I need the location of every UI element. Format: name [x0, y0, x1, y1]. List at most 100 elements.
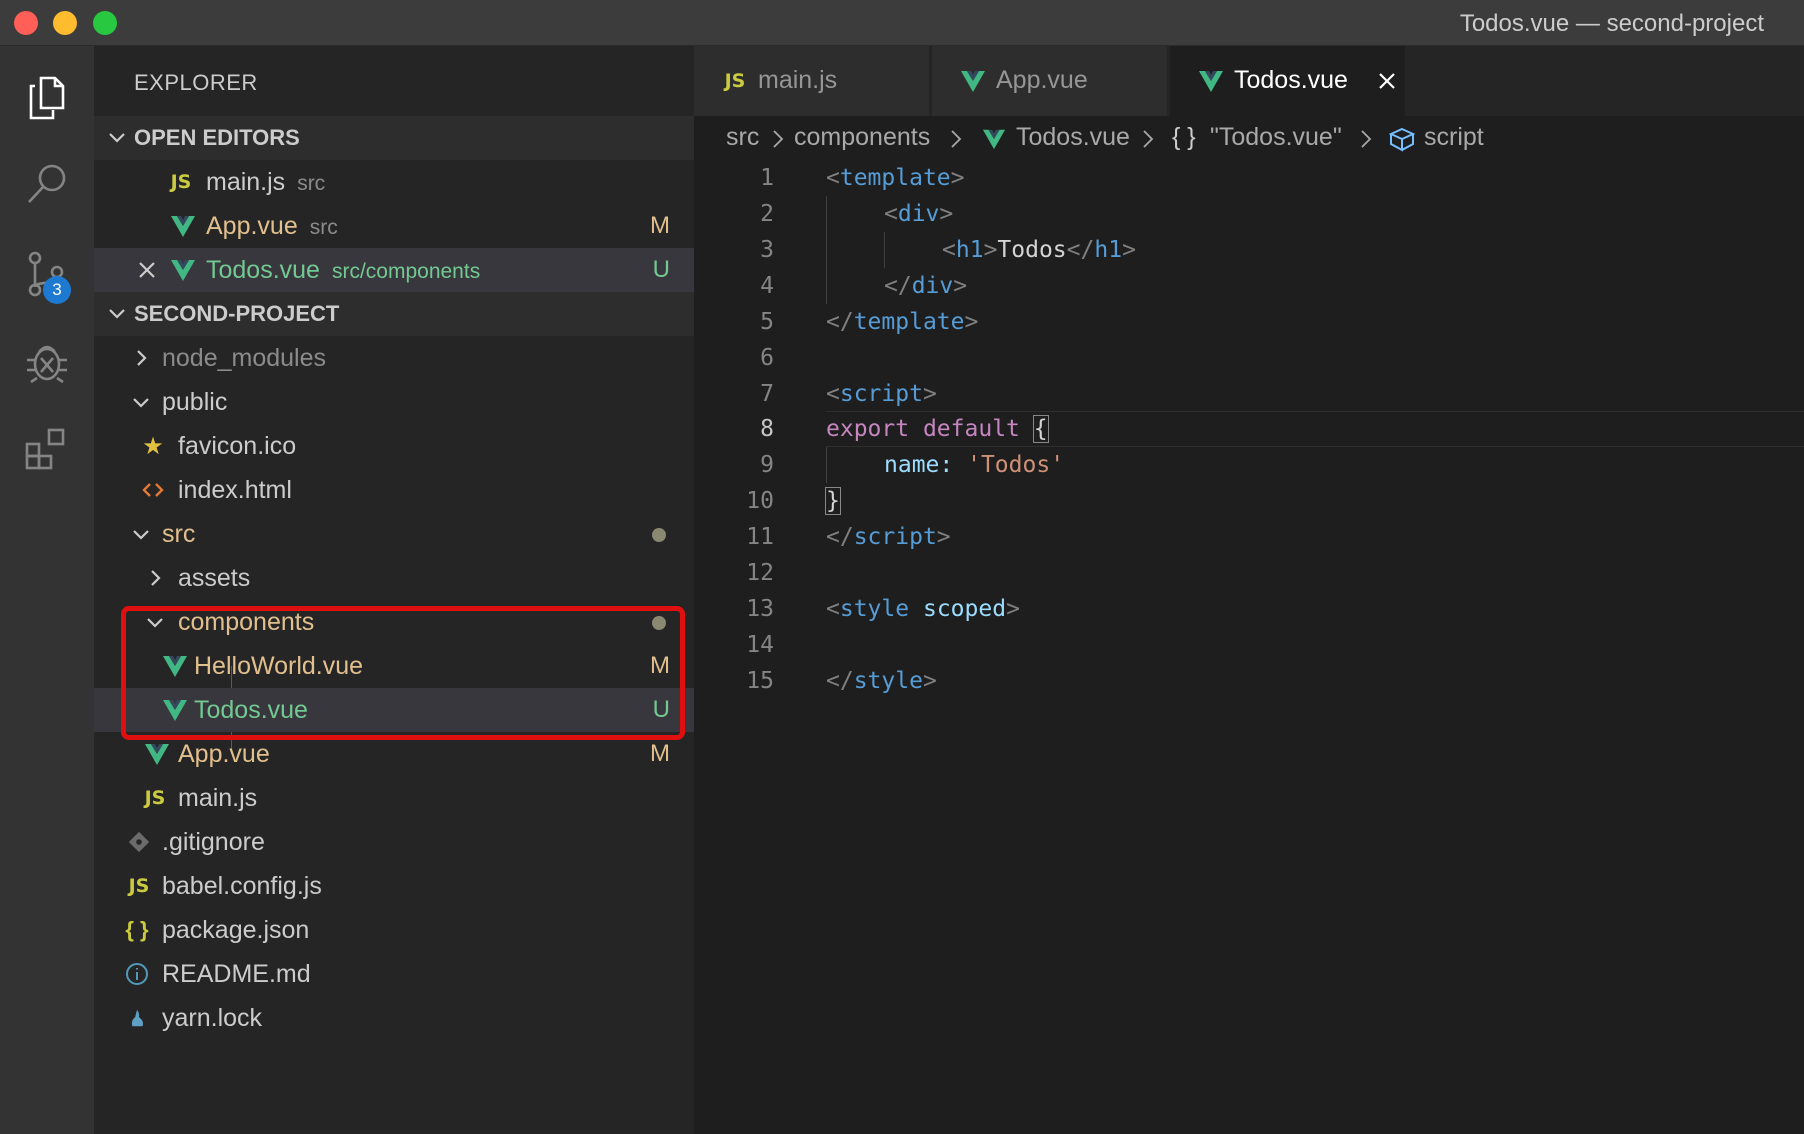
explorer-sidebar: EXPLORER OPEN EDITORS JS main.js src App.…	[94, 46, 694, 1134]
breadcrumb-item[interactable]: components	[794, 123, 930, 152]
modified-badge: M	[650, 740, 670, 767]
breadcrumb-item[interactable]: "Todos.vue"	[1210, 123, 1342, 152]
code-line: <h1>Todos</h1>	[942, 237, 1136, 263]
source-control-badge: 3	[43, 276, 71, 304]
code-line: name: 'Todos'	[884, 452, 1065, 478]
tree-folder-assets[interactable]: assets	[94, 556, 694, 600]
yarn-icon	[124, 1005, 150, 1031]
js-file-icon: JS	[170, 171, 192, 193]
tree-file-yarn-lock[interactable]: yarn.lock	[94, 996, 694, 1040]
code-editor[interactable]: 1 2 3 4 5 6 7 8 9 10 11 12 13 14 15 <tem…	[694, 160, 1804, 1134]
code-line: }	[825, 487, 841, 515]
open-editors-header[interactable]: OPEN EDITORS	[94, 116, 694, 160]
tree-folder-public[interactable]: public	[94, 380, 694, 424]
line-number: 3	[760, 237, 774, 263]
tab-main-js[interactable]: JS main.js	[694, 46, 930, 116]
code-line: <script>	[826, 381, 937, 407]
tree-label: yarn.lock	[162, 1004, 263, 1032]
activity-bar: 3	[0, 46, 94, 1134]
js-file-icon: JS	[724, 70, 746, 92]
module-cube-icon	[1388, 125, 1416, 160]
tree-file-main-js[interactable]: JS main.js	[94, 776, 694, 820]
chevron-right-icon	[951, 130, 962, 148]
breadcrumb-item[interactable]: src	[726, 123, 759, 152]
editor-tab-bar: JS main.js App.vue Todos.vue	[694, 46, 1804, 116]
tree-file-favicon[interactable]: ★ favicon.ico	[94, 424, 694, 468]
close-icon[interactable]	[134, 257, 160, 283]
vue-file-icon	[982, 127, 1006, 158]
code-line: </div>	[884, 273, 968, 299]
indent-guide	[826, 447, 827, 483]
code-line: export default {	[826, 415, 1049, 443]
line-number: 8	[760, 416, 774, 442]
untracked-badge: U	[652, 256, 670, 283]
vue-file-icon	[960, 68, 986, 94]
maximize-window-button[interactable]	[93, 11, 117, 35]
tree-folder-node-modules[interactable]: node_modules	[94, 336, 694, 380]
tree-label: README.md	[162, 960, 311, 988]
close-window-button[interactable]	[14, 11, 38, 35]
tree-label: assets	[178, 564, 251, 592]
open-editor-todos-vue[interactable]: Todos.vue src/components U	[94, 248, 694, 292]
tab-label: App.vue	[996, 66, 1088, 94]
open-editors-label: OPEN EDITORS	[134, 125, 300, 150]
html-file-icon	[140, 477, 166, 503]
git-file-icon	[126, 829, 152, 855]
line-number: 6	[760, 345, 774, 371]
files-icon[interactable]	[15, 66, 79, 130]
open-editor-path: src/components	[331, 260, 481, 283]
info-icon	[124, 961, 150, 987]
tab-todos-vue[interactable]: Todos.vue	[1170, 46, 1406, 116]
tree-file-index-html[interactable]: index.html	[94, 468, 694, 512]
tree-file-gitignore[interactable]: .gitignore	[94, 820, 694, 864]
tree-label: babel.config.js	[162, 872, 322, 900]
chevron-right-icon	[1143, 130, 1154, 148]
tab-label: main.js	[758, 66, 838, 94]
chevron-right-icon	[151, 570, 161, 586]
code-line: <template>	[826, 165, 965, 191]
tree-folder-src[interactable]: src	[94, 512, 694, 556]
minimize-window-button[interactable]	[53, 11, 77, 35]
line-number: 11	[746, 524, 774, 550]
source-control-icon[interactable]: 3	[15, 242, 79, 306]
tree-label: package.json	[162, 916, 310, 944]
search-icon[interactable]	[15, 152, 79, 216]
line-number: 14	[746, 632, 774, 658]
title-bar: Todos.vue — second-project	[0, 0, 1804, 46]
object-symbol-icon: { }	[1172, 123, 1196, 151]
open-editor-app-vue[interactable]: App.vue src M	[94, 204, 694, 248]
indent-guide	[884, 232, 885, 268]
extensions-icon[interactable]	[15, 416, 79, 480]
project-header[interactable]: SECOND-PROJECT	[94, 292, 694, 336]
line-number: 9	[760, 452, 774, 478]
open-editor-label: Todos.vue	[206, 256, 320, 284]
code-line: </template>	[826, 309, 979, 335]
line-number: 15	[746, 668, 774, 694]
tree-label: public	[162, 388, 228, 416]
open-editor-main-js[interactable]: JS main.js src	[94, 160, 694, 204]
line-number: 10	[746, 488, 774, 514]
line-number: 2	[760, 201, 774, 227]
close-icon[interactable]	[1374, 68, 1400, 94]
vue-file-icon	[1198, 68, 1224, 94]
line-number: 7	[760, 381, 774, 407]
chevron-down-icon	[109, 133, 125, 143]
vue-file-icon	[170, 257, 196, 283]
tree-label: App.vue	[178, 740, 270, 768]
debug-icon[interactable]	[15, 330, 79, 394]
tree-file-package-json[interactable]: { } package.json	[94, 908, 694, 952]
tree-label: node_modules	[162, 344, 327, 372]
tab-app-vue[interactable]: App.vue	[932, 46, 1168, 116]
tree-label: main.js	[178, 784, 258, 812]
line-number: 4	[760, 273, 774, 299]
breadcrumb-item[interactable]: Todos.vue	[1016, 123, 1130, 152]
tree-file-babel-config[interactable]: JS babel.config.js	[94, 864, 694, 908]
indent-guide	[826, 196, 827, 304]
tree-file-readme[interactable]: README.md	[94, 952, 694, 996]
tree-label: index.html	[178, 476, 292, 504]
breadcrumb-item[interactable]: script	[1424, 123, 1484, 152]
chevron-down-icon	[133, 530, 149, 540]
vue-file-icon	[144, 741, 170, 767]
chevron-down-icon	[109, 309, 125, 319]
vue-file-icon	[170, 213, 196, 239]
